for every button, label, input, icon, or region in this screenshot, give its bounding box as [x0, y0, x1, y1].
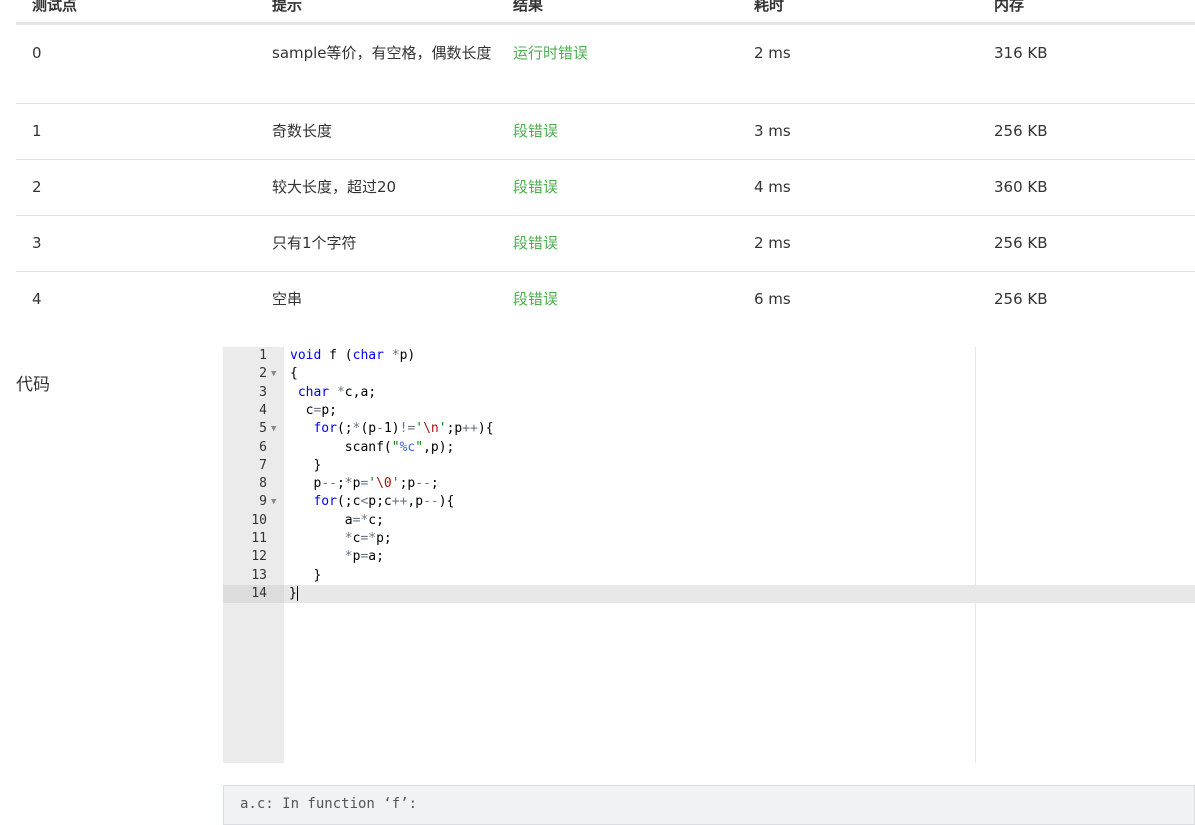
- testpoint-id: 3: [32, 234, 42, 252]
- compile-output-text: a.c: In function ‘f’:: [240, 796, 418, 812]
- code-text: for(;*(p-1)!='\n';p++){: [313, 421, 494, 437]
- testpoint-hint: sample等价，有空格，偶数长度: [272, 44, 492, 62]
- line-number: 9: [259, 494, 267, 510]
- compile-output-panel: a.c: In function ‘f’:: [223, 785, 1195, 825]
- testpoint-id: 0: [32, 44, 42, 62]
- code-line[interactable]: 9 ▼ for(;c<p;c++,p--){: [223, 493, 1195, 511]
- code-line[interactable]: 10 a=*c;: [223, 512, 1195, 530]
- line-number: 1: [259, 348, 267, 363]
- code-section-label: 代码: [16, 375, 50, 395]
- code-text: a=*c;: [290, 512, 384, 528]
- code-line[interactable]: 13 }: [223, 567, 1195, 585]
- line-number: 10: [251, 512, 267, 528]
- code-text: {: [290, 366, 298, 382]
- line-number: 3: [259, 384, 267, 400]
- code-text: p--;*p='\0';p--;: [290, 476, 439, 492]
- code-line-active[interactable]: 14}: [223, 584, 1195, 604]
- testpoint-result: 段错误: [513, 290, 559, 308]
- table-row: 3 只有1个字符 段错误 2 ms 256 KB: [16, 216, 1195, 272]
- testpoint-time: 2 ms: [754, 44, 791, 62]
- code-text: *p=a;: [344, 549, 384, 565]
- code-line[interactable]: 11 *c=*p;: [223, 530, 1195, 548]
- table-row: 4 空串 段错误 6 ms 256 KB: [16, 272, 1195, 327]
- table-header: 测试点 提示 结果 耗时 内存: [16, 0, 1195, 25]
- code-line[interactable]: 4 c=p;: [223, 402, 1195, 420]
- testpoint-time: 2 ms: [754, 234, 791, 252]
- testpoint-result: 段错误: [513, 122, 559, 140]
- fold-arrow-icon[interactable]: ▼: [271, 493, 276, 511]
- table-row: 0 sample等价，有空格，偶数长度 运行时错误 2 ms 316 KB: [16, 25, 1195, 104]
- testpoint-time: 3 ms: [754, 122, 791, 140]
- code-line[interactable]: 12 *p=a;: [223, 548, 1195, 566]
- line-number: 12: [251, 549, 267, 565]
- testpoint-time: 6 ms: [754, 290, 791, 308]
- line-number: 2: [259, 366, 267, 382]
- code-text: for(;c<p;c++,p--){: [313, 494, 455, 510]
- line-number: 4: [259, 402, 267, 418]
- code-text: c=p;: [290, 402, 337, 418]
- testpoint-id: 1: [32, 122, 42, 140]
- code-text: }: [290, 457, 322, 473]
- code-line[interactable]: 7 }: [223, 457, 1195, 475]
- testpoint-memory: 256 KB: [994, 122, 1048, 140]
- line-number: 6: [259, 439, 267, 455]
- testpoint-hint: 只有1个字符: [272, 234, 357, 252]
- testpoint-id: 4: [32, 290, 42, 308]
- fold-arrow-icon[interactable]: ▼: [271, 365, 276, 383]
- code-line[interactable]: 8 p--;*p='\0';p--;: [223, 475, 1195, 493]
- line-number: 13: [251, 567, 267, 583]
- code-editor[interactable]: 1 void f (char *p) 2 ▼{ 3 char *c,a; 4 c=p…: [223, 347, 1195, 763]
- testpoint-result: 运行时错误: [513, 44, 589, 62]
- header-memory: 内存: [994, 0, 1025, 14]
- testpoint-hint: 较大长度，超过20: [272, 178, 397, 196]
- text-cursor: [296, 585, 298, 601]
- code-line[interactable]: 1 void f (char *p): [223, 347, 1195, 365]
- testpoint-hint: 奇数长度: [272, 122, 333, 140]
- code-line[interactable]: 6 scanf("%c",p);: [223, 439, 1195, 457]
- testpoint-result: 段错误: [513, 178, 559, 196]
- code-text: char *c,a;: [297, 384, 377, 400]
- testpoint-hint: 空串: [272, 290, 303, 308]
- code-line[interactable]: 5 ▼ for(;*(p-1)!='\n';p++){: [223, 420, 1195, 438]
- header-hint: 提示: [272, 0, 303, 14]
- line-number: 5: [259, 421, 267, 437]
- testpoint-memory: 256 KB: [994, 290, 1048, 308]
- table-row: 2 较大长度，超过20 段错误 4 ms 360 KB: [16, 160, 1195, 216]
- line-number: 7: [259, 457, 267, 473]
- code-text: }: [289, 585, 298, 601]
- code-line[interactable]: 2 ▼ {: [223, 365, 1195, 383]
- header-result: 结果: [513, 0, 544, 14]
- fold-arrow-icon[interactable]: ▼: [271, 420, 276, 438]
- line-number: 14: [223, 584, 284, 604]
- table-row: 1 奇数长度 段错误 3 ms 256 KB: [16, 104, 1195, 160]
- code-text: void f (char *p): [290, 348, 416, 363]
- testpoint-result: 段错误: [513, 234, 559, 252]
- testpoint-id: 2: [32, 178, 42, 196]
- code-line[interactable]: 3 char *c,a;: [223, 384, 1195, 402]
- line-number: 11: [251, 531, 267, 546]
- code-text: *c=*p;: [344, 531, 392, 546]
- line-number: 8: [259, 476, 267, 492]
- code-text: scanf("%c",p);: [290, 439, 455, 455]
- testpoint-memory: 256 KB: [994, 234, 1048, 252]
- testpoint-memory: 360 KB: [994, 178, 1048, 196]
- testpoint-memory: 316 KB: [994, 44, 1048, 62]
- header-testpoint: 测试点: [32, 0, 78, 14]
- header-time: 耗时: [754, 0, 785, 14]
- code-text: }: [290, 567, 322, 583]
- testpoint-time: 4 ms: [754, 178, 791, 196]
